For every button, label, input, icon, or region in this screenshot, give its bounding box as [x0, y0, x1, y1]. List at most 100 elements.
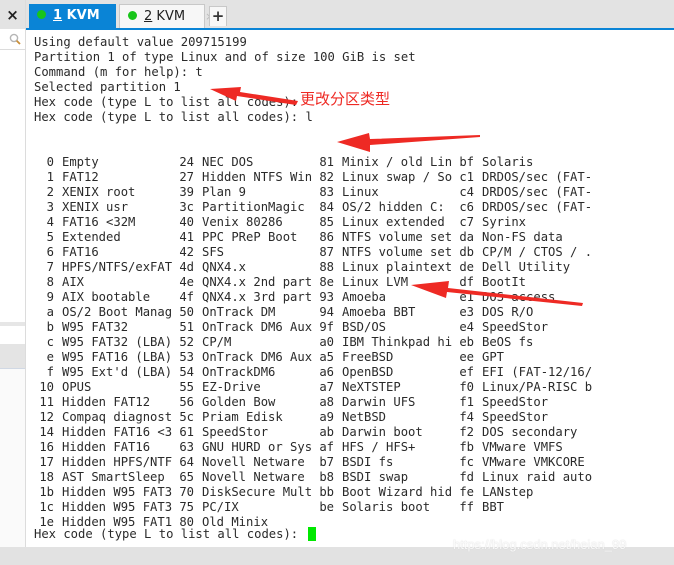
new-tab-button[interactable]: +: [209, 6, 227, 26]
partition-type-name: Darwin UFS: [342, 395, 416, 409]
partition-type-name: BeOS fs: [482, 335, 534, 349]
partition-type-name: Golden Bow: [202, 395, 276, 409]
partition-type-name: NTFS volume set: [342, 245, 453, 259]
partition-type-code: 14: [39, 425, 54, 439]
partition-type-name: OnTrack DM6 Aux: [202, 350, 313, 364]
partition-type-code: 75: [179, 500, 194, 514]
partition-type-name: AIX: [62, 275, 85, 289]
partition-type-code: af: [319, 440, 334, 454]
partition-type-name: QNX4.x 3rd part: [202, 290, 313, 304]
partition-type-code: eb: [459, 335, 474, 349]
partition-type-code: 63: [179, 440, 194, 454]
partition-type-code: 52: [179, 335, 194, 349]
partition-type-code: 93: [319, 290, 334, 304]
partition-type-name: DRDOS/sec (FAT-: [482, 185, 593, 199]
partition-type-name: Darwin boot: [342, 425, 423, 439]
partition-type-name: Compaq diagnost: [62, 410, 173, 424]
partition-type-code: 24: [179, 155, 194, 169]
partition-type-code: f1: [459, 395, 474, 409]
terminal-cursor: [307, 527, 316, 541]
tab-kvm-1[interactable]: 1 KVM×: [29, 4, 129, 28]
partition-type-name: PPC PReP Boot: [202, 230, 298, 244]
partition-type-code: 18: [39, 470, 54, 484]
partition-type-name: W95 FAT16 (LBA): [62, 350, 173, 364]
partition-type-code: 8: [46, 275, 54, 289]
partition-type-name: FAT12: [62, 170, 99, 184]
partition-type-name: Solaris: [482, 155, 534, 169]
partition-type-name: Empty: [62, 155, 99, 169]
partition-type-name: Venix 80286: [202, 215, 283, 229]
partition-type-code: 50: [179, 305, 194, 319]
partition-type-code: 7: [46, 260, 54, 274]
partition-type-code: f2: [459, 425, 474, 439]
partition-type-code: a7: [319, 380, 334, 394]
partition-type-name: Hidden W95 FAT3: [62, 485, 173, 499]
partition-type-code: a5: [319, 350, 334, 364]
partition-type-name: Extended: [62, 230, 121, 244]
partition-type-name: Priam Edisk: [202, 410, 283, 424]
partition-type-code: 12: [39, 410, 54, 424]
partition-type-code: 9: [46, 290, 54, 304]
partition-type-name: QNX4.x: [202, 260, 247, 274]
partition-type-name: Linux: [342, 185, 379, 199]
partition-type-name: EFI (FAT-12/16/: [482, 365, 593, 379]
partition-type-code: ef: [459, 365, 474, 379]
terminal-output: Using default value 209715199 Partition …: [34, 35, 416, 125]
partition-type-code: c1: [459, 170, 474, 184]
partition-type-name: OnTrack DM: [202, 305, 276, 319]
partition-type-code: de: [459, 260, 474, 274]
partition-type-code: da: [459, 230, 474, 244]
session-list[interactable]: [0, 50, 25, 322]
partition-type-code: e: [46, 350, 54, 364]
tab-label: KVM: [152, 9, 186, 24]
partition-type-name: Syrinx: [482, 215, 527, 229]
partition-type-code: a6: [319, 365, 334, 379]
partition-type-name: EZ-Drive: [202, 380, 261, 394]
partition-type-code: 11: [39, 395, 54, 409]
tab-kvm-2[interactable]: 2 KVM×: [119, 4, 214, 28]
partition-type-name: NetBSD: [342, 410, 387, 424]
partition-type-code: 70: [179, 485, 194, 499]
partition-type-name: Non-FS data: [482, 230, 563, 244]
partition-type-name: W95 FAT32 (LBA): [62, 335, 173, 349]
terminal-prompt-line: Hex code (type L to list all codes):: [34, 527, 316, 542]
partition-type-code: bf: [459, 155, 474, 169]
partition-type-name: SpeedStor: [482, 395, 549, 409]
selected-session-item[interactable]: [0, 344, 25, 369]
partition-type-name: NeXTSTEP: [342, 380, 401, 394]
partition-type-code: e3: [459, 305, 474, 319]
session-search[interactable]: [0, 29, 25, 50]
partition-type-code: 39: [179, 185, 194, 199]
partition-type-name: FreeBSD: [342, 350, 394, 364]
close-panel-button[interactable]: ×: [0, 0, 25, 29]
partition-type-name: SpeedStor: [482, 410, 549, 424]
connected-status-icon: [37, 10, 46, 19]
partition-type-name: XENIX usr: [62, 200, 129, 214]
partition-type-code: c7: [459, 215, 474, 229]
partition-type-code: ee: [459, 350, 474, 364]
partition-type-name: Plan 9: [202, 185, 247, 199]
partition-type-code: 9f: [319, 320, 334, 334]
partition-type-code: 3: [46, 200, 54, 214]
partition-type-code: 41: [179, 230, 194, 244]
partition-type-code: b7: [319, 455, 334, 469]
partition-type-code: be: [319, 500, 334, 514]
partition-type-name: SpeedStor: [482, 320, 549, 334]
partition-type-code: 82: [319, 170, 334, 184]
partition-type-code: 61: [179, 425, 194, 439]
plus-icon: +: [211, 7, 225, 25]
partition-type-code: 56: [179, 395, 194, 409]
tab-number: 1: [53, 8, 63, 23]
partition-type-code: 64: [179, 455, 194, 469]
partition-type-name: Hidden W95 FAT3: [62, 500, 173, 514]
partition-type-name: LANstep: [482, 485, 534, 499]
partition-type-name: Amoeba: [342, 290, 387, 304]
partition-type-code: 1c: [39, 500, 54, 514]
partition-type-code: 40: [179, 215, 194, 229]
partition-type-code: 2: [46, 185, 54, 199]
partition-type-code: 4e: [179, 275, 194, 289]
partition-type-name: Dell Utility: [482, 260, 571, 274]
partition-type-code: 6: [46, 245, 54, 259]
partition-type-code: c: [46, 335, 54, 349]
partition-type-name: Boot Wizard hid: [342, 485, 453, 499]
